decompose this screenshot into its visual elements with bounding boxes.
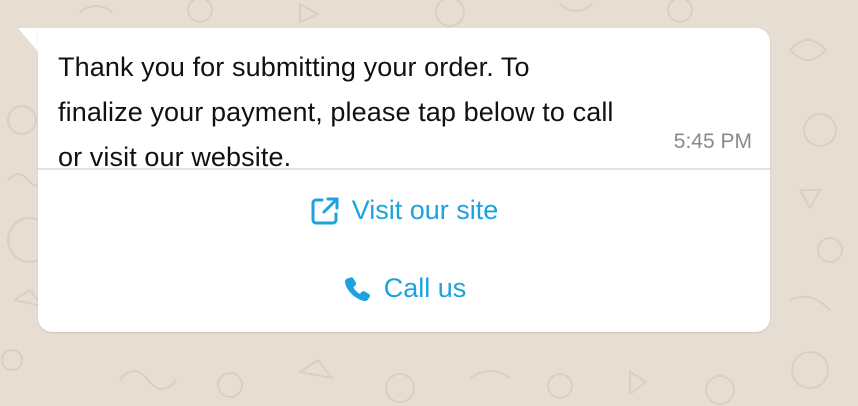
message-timestamp: 5:45 PM <box>673 130 752 153</box>
call-us-button[interactable]: Call us <box>38 250 770 328</box>
phone-icon <box>342 274 372 304</box>
external-link-icon <box>310 196 340 226</box>
message-line-1: Thank you for submitting your order. To <box>58 52 530 82</box>
message-actions: Visit our site Call us <box>38 170 770 332</box>
message-body: Thank you for submitting your order. To … <box>38 28 770 172</box>
call-us-label: Call us <box>383 273 467 303</box>
bubble-tail <box>18 28 40 54</box>
visit-site-label: Visit our site <box>351 195 499 225</box>
message-bubble: Thank you for submitting your order. To … <box>38 28 770 332</box>
message-text: Thank you for submitting your order. To … <box>58 45 758 180</box>
message-line-2: finalize your payment, please tap below … <box>58 97 614 127</box>
visit-site-button[interactable]: Visit our site <box>38 170 770 250</box>
